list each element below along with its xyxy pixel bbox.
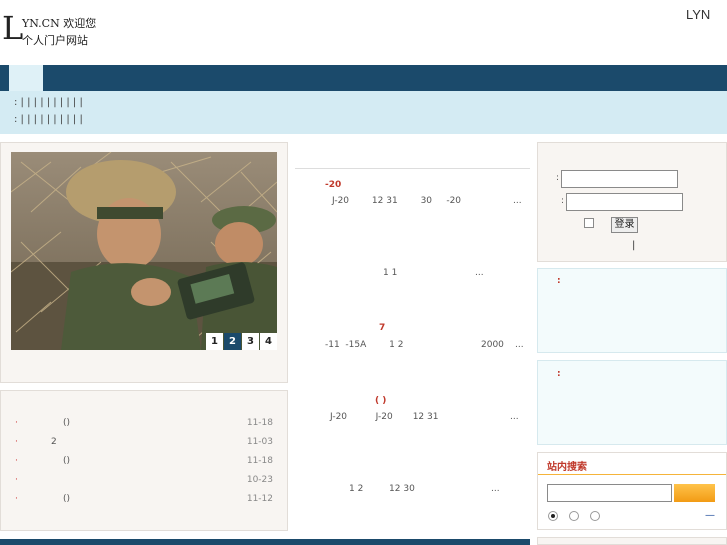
slide-page-4[interactable]: 4 <box>260 333 277 350</box>
list-item-date: 11-18 <box>246 418 273 428</box>
list-item-text[interactable]: () <box>63 418 70 428</box>
subnav-row-1[interactable]: : | | | | | | | | | | <box>14 97 83 108</box>
login-footer-mark: | <box>632 240 636 251</box>
sub-nav: : | | | | | | | | | | : | | | | | | | | … <box>0 91 727 134</box>
slide-page-1[interactable]: 1 <box>206 333 223 350</box>
news-summary: -11 -15A 1 2 <box>325 340 404 350</box>
news-more-link[interactable]: ... <box>510 412 519 422</box>
search-input[interactable] <box>547 484 672 502</box>
news-summary: 1 1 <box>383 268 398 278</box>
search-scope-radio-3[interactable] <box>590 511 600 521</box>
list-item[interactable]: · 2 11-03 <box>15 437 273 451</box>
news-summary: J-20 12 31 30 -20 <box>332 196 462 206</box>
bullet-icon: · <box>15 475 18 485</box>
list-item-date: 10-23 <box>246 475 273 485</box>
notice-label-2: : <box>557 369 561 379</box>
list-item-text[interactable]: 2 <box>51 437 57 447</box>
news-summary: 1 2 12 30 <box>349 484 415 494</box>
bottom-right-panel <box>537 537 727 545</box>
notice-panel-1 <box>537 268 727 353</box>
bullet-icon: · <box>15 437 18 447</box>
bullet-icon: · <box>15 456 18 466</box>
main-nav-bar <box>0 65 727 91</box>
logo-line2: 个人门户网站 <box>22 34 88 47</box>
center-divider <box>295 168 530 169</box>
news-more-link[interactable]: ... <box>513 196 522 206</box>
slide-page-3[interactable]: 3 <box>242 333 259 350</box>
login-button[interactable]: 登录 <box>611 217 638 233</box>
list-item-text[interactable]: () <box>63 494 70 504</box>
list-item-date: 11-03 <box>246 437 273 447</box>
list-item-date: 11-18 <box>246 456 273 466</box>
search-more-link[interactable]: — <box>705 510 715 521</box>
search-button[interactable] <box>674 484 715 502</box>
list-item[interactable]: · () 11-18 <box>15 456 273 470</box>
news-more-link[interactable]: ... <box>475 268 484 278</box>
remember-checkbox[interactable] <box>584 218 594 228</box>
slide-page-2[interactable]: 2 <box>224 333 241 350</box>
search-scope-radio-1[interactable] <box>548 511 558 521</box>
search-divider <box>538 474 726 475</box>
brand-right: LYN <box>686 7 711 22</box>
password-label: : <box>561 196 565 206</box>
news-title[interactable]: ( ) <box>375 396 386 406</box>
news-more-link[interactable]: ... <box>491 484 500 494</box>
notice-label-1: : <box>557 276 561 286</box>
logo-letter[interactable]: L <box>2 8 23 48</box>
username-label: : <box>556 173 560 183</box>
bullet-icon: · <box>15 418 18 428</box>
list-item[interactable]: · () 11-12 <box>15 494 273 508</box>
bullet-icon: · <box>15 494 18 504</box>
username-field[interactable] <box>561 170 678 188</box>
list-item[interactable]: · 10-23 <box>15 475 273 489</box>
list-item-text[interactable]: () <box>63 456 70 466</box>
news-summary: J-20 J-20 12 31 <box>330 412 439 422</box>
list-item[interactable]: · () 11-18 <box>15 418 273 432</box>
news-title[interactable]: 7 <box>379 323 385 333</box>
subnav-row-2[interactable]: : | | | | | | | | | | <box>14 114 83 125</box>
news-more-link[interactable]: ... <box>515 340 524 350</box>
slideshow-image[interactable] <box>11 152 277 350</box>
list-item-date: 11-12 <box>246 494 273 504</box>
search-scope-radio-2[interactable] <box>569 511 579 521</box>
news-list-panel: · () 11-18 · 2 11-03 · () 11-18 · 10-23 … <box>0 390 288 531</box>
news-year: 2000 <box>481 340 504 350</box>
nav-tab-home[interactable] <box>9 65 43 91</box>
search-title: 站内搜索 <box>547 462 587 473</box>
section-header-bar <box>0 539 530 545</box>
news-title[interactable]: -20 <box>325 180 341 190</box>
password-field[interactable] <box>566 193 683 211</box>
notice-panel-2 <box>537 360 727 445</box>
logo-line1: YN.CN 欢迎您 <box>22 17 97 30</box>
